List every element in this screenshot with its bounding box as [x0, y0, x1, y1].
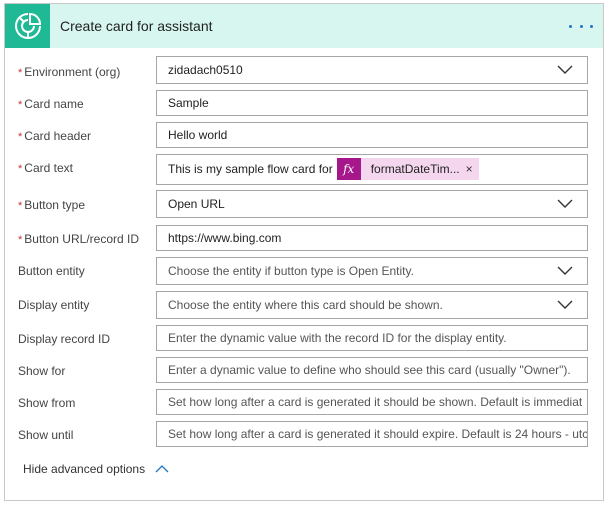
button-type-dropdown[interactable]: Open URL — [156, 190, 588, 218]
button-url-value: https://www.bing.com — [168, 231, 282, 245]
remove-token-icon[interactable]: × — [466, 162, 479, 176]
label-text: Display record ID — [18, 332, 111, 346]
show-until-placeholder: Set how long after a card is generated i… — [168, 427, 588, 441]
label-text: Show for — [18, 364, 66, 378]
show-from-input[interactable]: Set how long after a card is generated i… — [156, 389, 588, 415]
chevron-down-icon — [557, 266, 573, 275]
display-entity-dropdown[interactable]: Choose the entity where this card should… — [156, 291, 588, 319]
button-entity-placeholder: Choose the entity if button type is Open… — [168, 264, 414, 278]
card-name-label: * Card name — [18, 97, 84, 111]
label-text: Display entity — [18, 298, 90, 312]
assistant-card-icon — [5, 4, 50, 48]
show-from-placeholder: Set how long after a card is generated i… — [168, 395, 583, 409]
display-record-id-label: Display record ID — [18, 332, 110, 346]
card-name-input[interactable]: Sample — [156, 90, 588, 116]
required-marker: * — [18, 67, 23, 79]
more-ellipsis-dot — [579, 24, 583, 28]
button-type-value: Open URL — [168, 197, 225, 211]
show-until-label: Show until — [18, 428, 73, 442]
label-text: Card text — [24, 161, 73, 175]
display-record-id-input[interactable]: Enter the dynamic value with the record … — [156, 325, 588, 351]
card-header-label: * Card header — [18, 129, 91, 143]
required-marker: * — [18, 99, 23, 111]
function-icon: fx — [336, 158, 361, 180]
display-entity-placeholder: Choose the entity where this card should… — [168, 298, 443, 312]
label-text: Environment (org) — [24, 65, 121, 79]
token-label: formatDateTim... — [370, 162, 460, 176]
show-from-label: Show from — [18, 396, 75, 410]
environment-dropdown[interactable]: zidadach0510 — [156, 56, 588, 84]
display-entity-label: Display entity — [18, 298, 89, 312]
label-text: Card header — [24, 129, 91, 143]
chevron-up-icon — [155, 465, 169, 473]
chevron-down-icon — [557, 199, 573, 208]
show-for-label: Show for — [18, 364, 65, 378]
chevron-down-icon — [557, 300, 573, 309]
environment-label: * Environment (org) — [18, 65, 120, 79]
action-card: Create card for assistant * Environment (… — [4, 3, 604, 501]
more-ellipsis-dot — [590, 24, 593, 28]
button-type-label: * Button type — [18, 198, 85, 212]
show-for-input[interactable]: Enter a dynamic value to define who shou… — [156, 357, 588, 383]
card-text-label: * Card text — [18, 161, 73, 175]
more-options-button[interactable] — [569, 16, 593, 36]
hide-advanced-options-button[interactable]: Hide advanced options — [23, 462, 169, 476]
required-marker: * — [18, 234, 23, 246]
card-name-value: Sample — [168, 96, 209, 110]
card-header[interactable]: Create card for assistant — [5, 4, 603, 48]
button-entity-dropdown[interactable]: Choose the entity if button type is Open… — [156, 257, 588, 285]
card-title: Create card for assistant — [60, 18, 213, 34]
button-entity-label: Button entity — [18, 264, 85, 278]
show-until-input[interactable]: Set how long after a card is generated i… — [156, 421, 588, 447]
card-text-input[interactable]: This is my sample flow card for fx forma… — [156, 154, 588, 185]
required-marker: * — [18, 163, 23, 175]
label-text: Show until — [18, 428, 74, 442]
display-record-id-placeholder: Enter the dynamic value with the record … — [168, 331, 507, 345]
chevron-down-icon — [557, 65, 573, 74]
label-text: Button type — [24, 198, 85, 212]
advanced-toggle-label: Hide advanced options — [23, 462, 146, 476]
dynamic-content-token[interactable]: fx formatDateTim... × — [336, 158, 479, 180]
label-text: Show from — [18, 396, 76, 410]
show-for-placeholder: Enter a dynamic value to define who shou… — [168, 363, 571, 377]
card-text-value: This is my sample flow card for — [168, 162, 333, 176]
label-text: Button entity — [18, 264, 85, 278]
label-text: Button URL/record ID — [24, 232, 139, 246]
label-text: Card name — [24, 97, 84, 111]
environment-value: zidadach0510 — [168, 63, 243, 77]
card-header-input[interactable]: Hello world — [156, 122, 588, 148]
button-url-label: * Button URL/record ID — [18, 232, 139, 246]
more-ellipsis-icon — [569, 24, 572, 28]
button-url-input[interactable]: https://www.bing.com — [156, 225, 588, 251]
required-marker: * — [18, 200, 23, 212]
card-header-value: Hello world — [168, 128, 228, 142]
required-marker: * — [18, 131, 23, 143]
